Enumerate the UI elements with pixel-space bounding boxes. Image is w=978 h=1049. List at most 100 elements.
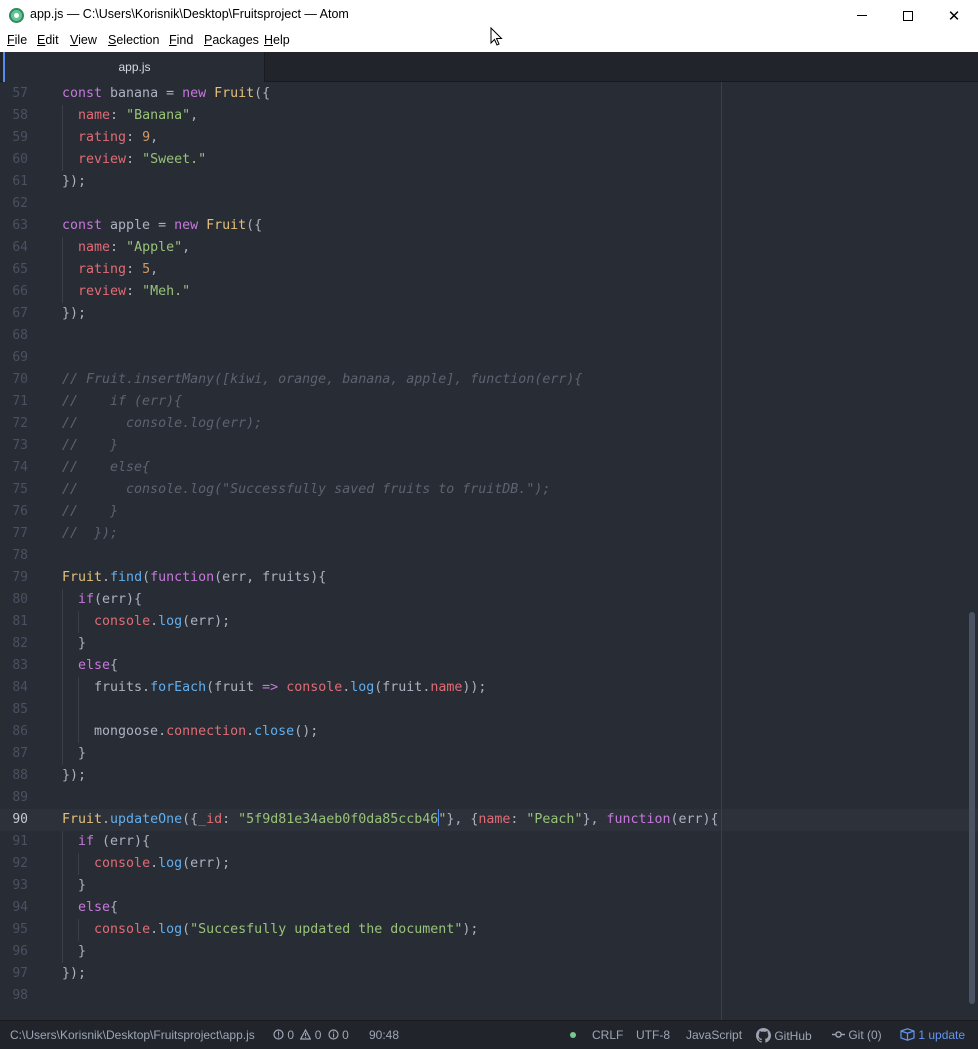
minimize-button[interactable] (839, 0, 885, 31)
menu-packages[interactable]: Packages (204, 33, 259, 47)
line-number[interactable]: 98 (0, 985, 28, 1007)
line-number[interactable]: 60 (0, 149, 28, 171)
line-number[interactable]: 68 (0, 325, 28, 347)
code-token: // }); (62, 526, 119, 541)
line-number[interactable]: 58 (0, 105, 28, 127)
code-line: }); (62, 171, 86, 193)
line-number[interactable]: 63 (0, 215, 28, 237)
line-number[interactable]: 83 (0, 655, 28, 677)
line-number[interactable]: 81 (0, 611, 28, 633)
window-title: app.js — C:\Users\Korisnik\Desktop\Fruit… (30, 7, 349, 21)
line-number[interactable]: 80 (0, 589, 28, 611)
encoding-selector[interactable]: UTF-8 (636, 1028, 670, 1042)
line-number[interactable]: 75 (0, 479, 28, 501)
line-number[interactable]: 87 (0, 743, 28, 765)
tab-app-js[interactable]: app.js (3, 52, 265, 82)
line-number[interactable]: 57 (0, 83, 28, 105)
line-number[interactable]: 95 (0, 919, 28, 941)
line-number[interactable]: 66 (0, 281, 28, 303)
line-number[interactable]: 96 (0, 941, 28, 963)
git-button[interactable]: Git (0) (832, 1028, 882, 1042)
code-token: else (78, 658, 111, 673)
status-bar: C:\Users\Korisnik\Desktop\Fruitsproject\… (0, 1020, 978, 1049)
line-number[interactable]: 65 (0, 259, 28, 281)
line-number[interactable]: 69 (0, 347, 28, 369)
update-button[interactable]: 1 update (900, 1028, 965, 1042)
line-number[interactable]: 97 (0, 963, 28, 985)
line-number[interactable]: 90 (0, 809, 28, 831)
line-number[interactable]: 88 (0, 765, 28, 787)
code-token: . (150, 856, 159, 871)
line-number[interactable]: 79 (0, 567, 28, 589)
code-token: updateOne (110, 812, 183, 827)
line-ending-selector[interactable]: CRLF (592, 1028, 623, 1042)
cursor-position[interactable]: 90:48 (369, 1028, 399, 1042)
code-token: : (510, 812, 527, 827)
line-number[interactable]: 82 (0, 633, 28, 655)
menu-help[interactable]: Help (264, 33, 290, 47)
menu-view[interactable]: View (70, 33, 97, 47)
line-number[interactable]: 62 (0, 193, 28, 215)
code-line: // else{ (62, 457, 150, 479)
code-line: } (62, 941, 86, 963)
menu-edit[interactable]: Edit (37, 33, 59, 47)
line-number[interactable]: 64 (0, 237, 28, 259)
line-number[interactable]: 67 (0, 303, 28, 325)
code-token: name (430, 680, 463, 695)
maximize-button[interactable] (885, 0, 931, 31)
line-number[interactable]: 70 (0, 369, 28, 391)
code-line: }); (62, 303, 86, 325)
line-number[interactable]: 85 (0, 699, 28, 721)
code-line: // }); (62, 523, 118, 545)
line-number-gutter[interactable]: 57 58 59 60 61 62 63 64 65 66 67 68 69 70 71 72 73 74 75 76… (0, 82, 46, 1020)
code-line: mongoose.connection.close(); (62, 721, 318, 743)
code-token: rating (78, 130, 127, 145)
code-token: // } (62, 504, 119, 519)
close-button[interactable]: ✕ (931, 0, 977, 31)
menu-selection[interactable]: Selection (108, 33, 159, 47)
line-number[interactable]: 71 (0, 391, 28, 413)
line-number[interactable]: 84 (0, 677, 28, 699)
line-number[interactable]: 89 (0, 787, 28, 809)
code-line: if(err){ (62, 589, 142, 611)
code-editor[interactable]: 57 58 59 60 61 62 63 64 65 66 67 68 69 70 71 72 73 74 75 76… (0, 82, 978, 1020)
code-token: rating (78, 262, 127, 277)
line-number[interactable]: 73 (0, 435, 28, 457)
code-token: (err, fruits){ (214, 570, 327, 585)
grammar-selector[interactable]: JavaScript (686, 1028, 742, 1042)
line-number[interactable]: 77 (0, 523, 28, 545)
code-token: console (94, 614, 151, 629)
code-token: : (126, 262, 143, 277)
line-number[interactable]: 78 (0, 545, 28, 567)
code-token: if (78, 592, 95, 607)
file-path[interactable]: C:\Users\Korisnik\Desktop\Fruitsproject\… (10, 1028, 255, 1042)
code-line: else{ (62, 897, 118, 919)
code-token: )); (462, 680, 487, 695)
line-number[interactable]: 86 (0, 721, 28, 743)
code-line: console.log("Succesfully updated the doc… (62, 919, 478, 941)
line-number[interactable]: 93 (0, 875, 28, 897)
code-token: , (190, 108, 199, 123)
code-token: { (110, 658, 119, 673)
line-number[interactable]: 59 (0, 127, 28, 149)
line-number[interactable]: 76 (0, 501, 28, 523)
github-button[interactable]: GitHub (756, 1028, 812, 1043)
line-number[interactable]: 74 (0, 457, 28, 479)
menu-find[interactable]: Find (169, 33, 193, 47)
github-icon (756, 1028, 771, 1043)
line-number[interactable]: 92 (0, 853, 28, 875)
atom-logo-icon (9, 8, 24, 23)
line-number[interactable]: 94 (0, 897, 28, 919)
menu-file[interactable]: File (7, 33, 27, 47)
line-number[interactable]: 61 (0, 171, 28, 193)
line-number[interactable]: 91 (0, 831, 28, 853)
code-token: name (78, 240, 111, 255)
vertical-scrollbar[interactable] (969, 612, 975, 1004)
linter-status[interactable]: 0 0 0 (273, 1028, 349, 1042)
line-number[interactable]: 72 (0, 413, 28, 435)
